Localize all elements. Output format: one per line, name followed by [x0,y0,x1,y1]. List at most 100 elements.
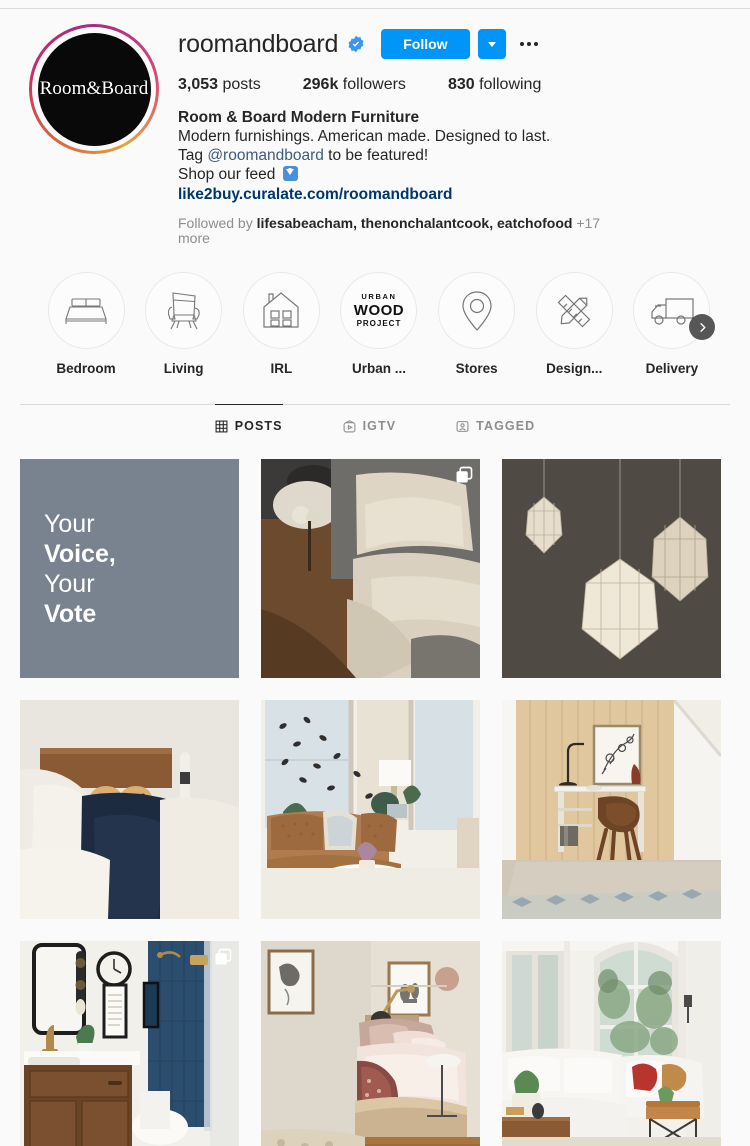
tab-posts[interactable]: POSTS [214,404,283,445]
story-highlights: Bedroom Living IRL URBAN WOOD PROJECT Ur… [0,246,750,376]
highlight-label: Urban ... [351,361,406,376]
highlight-label: Stores [455,361,498,376]
uwp-line-2: WOOD [353,301,405,319]
posts-label: posts [222,76,261,93]
posts-count: 3,053 [178,76,219,93]
followers-count: 296k [302,76,339,93]
highlight-living[interactable]: Living [142,272,226,376]
grid-icon [215,420,228,432]
multi-post-icon [215,948,232,965]
avatar-container: Room&Board [18,20,170,246]
uwp-line-3: PROJECT [356,318,402,328]
highlights-next-button[interactable] [689,314,716,340]
post-image-desk-nook [502,700,721,919]
bio-line-1: Modern furnishings. American made. Desig… [178,128,551,145]
following-label: following [479,76,542,93]
post-tile[interactable] [502,700,721,919]
username[interactable]: roomandboard [178,30,338,59]
post-tile[interactable] [261,459,480,678]
ellipsis-icon [519,42,524,46]
vote-line-2: Voice, [44,539,116,568]
more-options-button[interactable] [519,29,538,59]
highlight-stores[interactable]: Stores [435,272,519,376]
post-image-blush-bedroom [261,941,480,1146]
followed-by-prefix: Followed by [178,215,257,231]
tagged-icon [456,420,469,432]
tab-label: POSTS [234,419,283,433]
house-icon [263,291,299,328]
stat-posts[interactable]: 3,053 posts [178,76,261,94]
bio-external-link[interactable]: like2buy.curalate.com/roomandboard [178,185,732,204]
uwp-line-1: URBAN [361,292,397,302]
profile-tabs: POSTS IGTV TAGGED [20,404,730,445]
follow-dropdown-button[interactable] [477,29,506,59]
profile-info: roomandboard Follow 3,053 posts 296k fol… [170,20,732,246]
post-image-living-room-sofa [261,700,480,919]
vote-line-1: Your [44,509,95,538]
stat-following[interactable]: 830 following [448,76,541,94]
post-tile[interactable]: Your Voice, Your Vote [20,459,239,678]
armchair-icon [167,291,200,329]
highlight-label: Delivery [645,361,699,376]
post-image-pendant-lamps [502,459,721,678]
tab-tagged[interactable]: TAGGED [456,404,535,445]
highlight-bedroom[interactable]: Bedroom [44,272,128,376]
bio-line-3: Shop our feed [178,165,732,184]
bio-display-name: Room & Board Modern Furniture [178,109,420,126]
highlight-delivery[interactable]: Delivery [630,272,716,376]
story-ring[interactable]: Room&Board [29,24,159,154]
username-row: roomandboard Follow [178,28,732,60]
vote-graphic: Your Voice, Your Vote [20,459,239,678]
top-divider [0,8,750,9]
post-image-dog-in-bed [20,700,239,919]
bio-mention-link[interactable]: @roomandboard [207,147,324,164]
highlight-label: Bedroom [56,361,116,376]
urban-wood-project-logo: URBAN WOOD PROJECT [354,293,404,328]
post-image-white-sectional [502,941,721,1146]
highlight-label: IRL [270,361,293,376]
post-image-bedding [261,459,480,678]
bio-line-2: Tag @roomandboard to be featured! [178,146,732,165]
post-tile[interactable] [502,941,721,1146]
vote-line-4: Vote [44,599,97,628]
vote-line-3: Your [44,569,95,598]
igtv-icon [343,419,356,432]
bio: Room & Board Modern Furniture Modern fur… [178,108,732,204]
highlight-label: Living [163,361,204,376]
profile-header: Room&Board roomandboard Follow 3,053 pos… [0,0,750,246]
bio-tag-prefix: Tag [178,147,208,164]
follow-button[interactable]: Follow [381,29,470,59]
tab-label: TAGGED [476,419,536,433]
multi-post-icon [456,466,473,483]
followed-by-names[interactable]: lifesabeacham, thenonchalantcook, eatcho… [257,215,573,231]
post-grid: Your Voice, Your Vote [0,445,750,1146]
followers-label: followers [342,76,406,93]
post-tile[interactable] [261,700,480,919]
verified-badge-icon [348,35,364,53]
highlight-irl[interactable]: IRL [239,272,323,376]
avatar[interactable]: Room&Board [37,32,151,146]
post-tile[interactable] [502,459,721,678]
stat-followers[interactable]: 296k followers [303,76,406,94]
highlight-urban-wood-project[interactable]: URBAN WOOD PROJECT Urban ... [337,272,421,376]
highlight-design[interactable]: Design... [532,272,616,376]
stats-row: 3,053 posts 296k followers 830 following [178,76,732,94]
pencil-ruler-icon [557,294,591,327]
chevron-down-icon [487,41,496,47]
chevron-right-icon [700,322,706,332]
followed-by: Followed by lifesabeacham, thenonchalant… [178,216,618,246]
post-tile[interactable] [20,700,239,919]
bio-tag-suffix: to be featured! [323,147,429,164]
bed-icon [65,297,107,324]
tab-label: IGTV [362,419,397,433]
instagram-profile-page: Room&Board roomandboard Follow 3,053 pos… [0,0,750,1146]
following-count: 830 [447,76,475,93]
post-tile[interactable] [20,941,239,1146]
shop-feed-text: Shop our feed [178,166,280,183]
tab-igtv[interactable]: IGTV [343,404,397,445]
map-pin-icon [462,290,492,331]
avatar-label: Room&Board [39,78,149,99]
down-arrow-emoji-icon [282,166,298,181]
post-image-bathroom [20,941,239,1146]
post-tile[interactable] [261,941,480,1146]
